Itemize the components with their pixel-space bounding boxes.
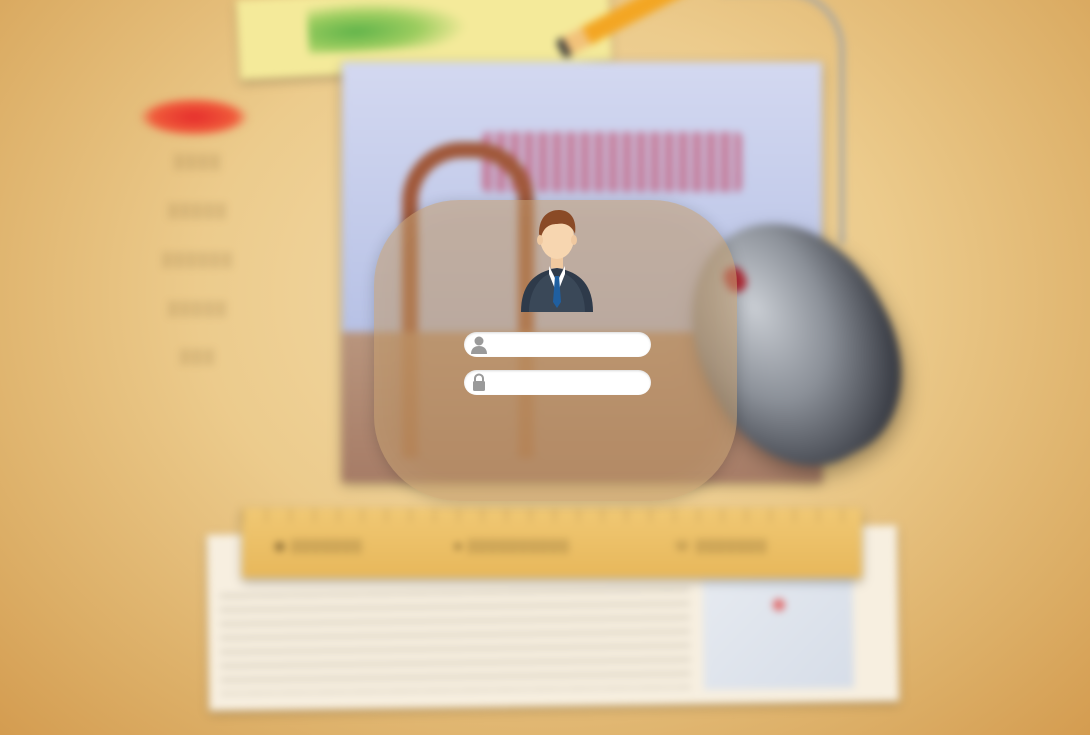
footer-text-lines bbox=[219, 588, 691, 695]
map-pin-icon bbox=[772, 598, 785, 611]
user-avatar-icon bbox=[521, 210, 593, 312]
contact-item: ◉ ▒▒▒▒▒▒▒ bbox=[274, 538, 363, 553]
blurred-menu-item: ▒▒▒▒ bbox=[174, 153, 222, 169]
username-field[interactable] bbox=[464, 332, 651, 357]
blurred-menu-item: ▒▒▒▒▒ bbox=[168, 300, 228, 316]
ruler-ticks bbox=[242, 508, 862, 522]
username-input[interactable] bbox=[492, 332, 642, 357]
blurred-menu-item: ▒▒▒▒▒▒ bbox=[162, 251, 234, 267]
blurred-menu-item: ▒▒▒ bbox=[180, 348, 216, 364]
lock-icon bbox=[473, 373, 485, 391]
contact-item: ● ▒▒▒▒▒▒▒▒▒▒ bbox=[454, 538, 570, 553]
password-field[interactable] bbox=[464, 370, 651, 395]
map-thumbnail bbox=[702, 577, 855, 690]
brand-logo bbox=[140, 98, 248, 136]
sticky-note-art bbox=[306, 0, 469, 55]
password-input[interactable] bbox=[492, 370, 642, 395]
user-icon bbox=[471, 336, 487, 354]
contact-item: ☏ ▒▒▒▒▒▒▒ bbox=[674, 538, 768, 553]
mouse-cable bbox=[720, 0, 844, 244]
ruler: ◉ ▒▒▒▒▒▒▒ ● ▒▒▒▒▒▒▒▒▒▒ ☏ ▒▒▒▒▒▒▒ bbox=[242, 508, 862, 578]
blurred-menu-item: ▒▒▒▒▒ bbox=[168, 202, 228, 218]
login-card bbox=[374, 200, 737, 501]
